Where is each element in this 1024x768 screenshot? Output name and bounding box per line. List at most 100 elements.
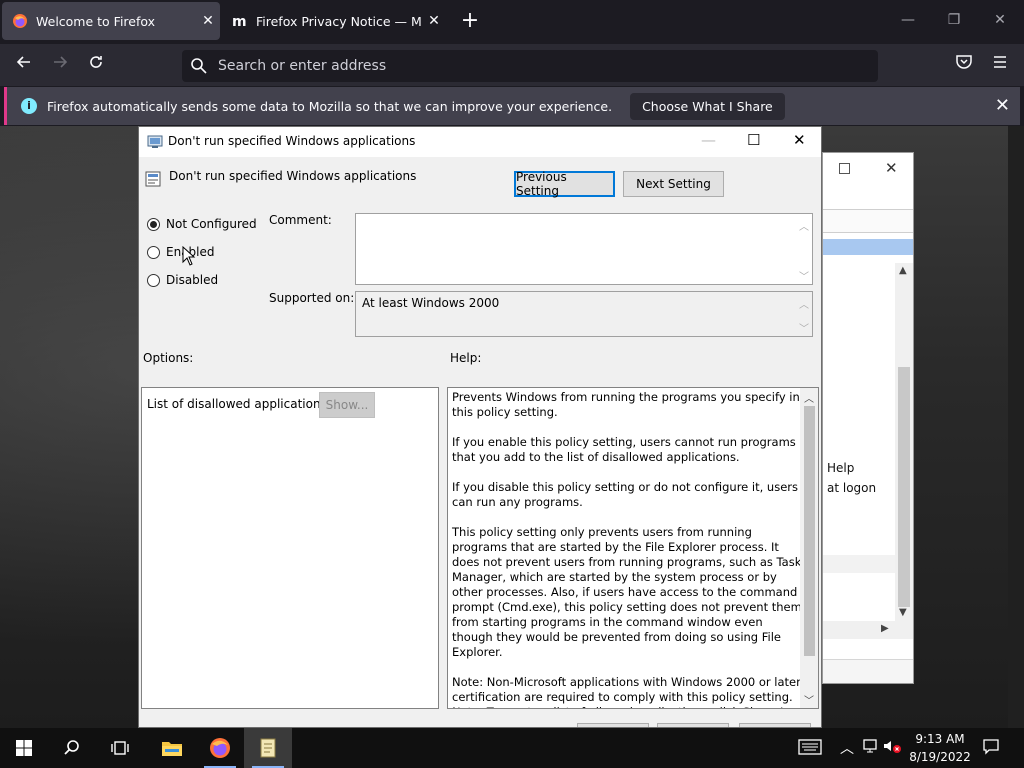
radio-enabled[interactable]: Enabled <box>147 245 215 259</box>
radio-indicator[interactable] <box>147 273 160 287</box>
system-clock[interactable]: 9:13 AM 8/19/2022 <box>904 730 976 766</box>
search-icon <box>191 58 207 74</box>
scroll-down-icon[interactable]: ﹀ <box>804 692 814 707</box>
close-icon[interactable]: ✕ <box>793 131 806 149</box>
tab-welcome-to-firefox[interactable]: Welcome to Firefox ✕ <box>2 2 220 40</box>
forward-arrow-icon <box>54 56 68 68</box>
clock-date: 8/19/2022 <box>909 750 971 764</box>
firefox-taskbar-button[interactable] <box>196 728 244 768</box>
notice-message: Firefox automatically sends some data to… <box>47 98 613 114</box>
list-header <box>823 209 913 233</box>
new-tab-button[interactable]: + <box>458 10 482 34</box>
address-placeholder: Search or enter address <box>218 58 387 74</box>
tab-privacy-notice[interactable]: m Firefox Privacy Notice — Mozilla ✕ <box>222 2 446 40</box>
show-hidden-icons-icon[interactable]: ︿ <box>840 738 854 758</box>
forward-button[interactable] <box>48 53 72 77</box>
show-button[interactable]: Show... <box>319 392 375 418</box>
menu-button[interactable] <box>988 53 1012 77</box>
policy-editor-icon <box>260 738 276 758</box>
close-icon[interactable]: ✕ <box>885 159 898 177</box>
list-scrollbar[interactable]: ▲ ▼ <box>895 263 913 623</box>
restore-icon[interactable]: ❐ <box>944 12 964 28</box>
gpedit-taskbar-button[interactable] <box>244 728 292 768</box>
radio-indicator[interactable] <box>147 217 160 231</box>
scroll-down-icon[interactable]: ﹀ <box>799 268 809 283</box>
speaker-muted-icon <box>884 741 901 753</box>
hamburger-menu-icon <box>994 56 1006 68</box>
tab-close-icon[interactable]: ✕ <box>196 13 220 29</box>
radio-not-configured[interactable]: Not Configured <box>147 217 257 231</box>
task-view-button[interactable] <box>96 728 144 768</box>
mouse-cursor-icon <box>182 246 196 266</box>
data-collection-notice: i Firefox automatically sends some data … <box>4 87 1020 125</box>
pocket-button[interactable] <box>952 53 976 77</box>
reload-button[interactable] <box>84 53 108 77</box>
options-label: Options: <box>143 351 194 365</box>
scroll-up-icon[interactable]: ▲ <box>899 265 907 276</box>
firefox-icon <box>210 738 230 758</box>
minimize-icon[interactable]: — <box>898 12 918 28</box>
help-label: Help: <box>450 351 482 365</box>
list-text: at logon <box>827 481 877 495</box>
radio-disabled[interactable]: Disabled <box>147 273 218 287</box>
scroll-down-icon[interactable]: ﹀ <box>799 320 809 335</box>
scroll-thumb[interactable] <box>898 367 910 607</box>
reload-icon <box>90 56 102 68</box>
radio-indicator[interactable] <box>147 245 160 259</box>
help-text: Prevents Windows from running the progra… <box>452 390 802 708</box>
close-window-icon[interactable]: ✕ <box>990 12 1010 28</box>
browser-tab-bar: Welcome to Firefox ✕ m Firefox Privacy N… <box>0 0 1024 44</box>
selected-row[interactable] <box>823 239 913 255</box>
setting-heading: Don't run specified Windows applications <box>169 169 417 183</box>
radio-label: Disabled <box>166 273 219 287</box>
start-button[interactable] <box>0 728 48 768</box>
list-item[interactable] <box>823 555 895 573</box>
notifications-button[interactable] <box>982 738 1000 760</box>
tab-strip <box>823 659 913 683</box>
scroll-thumb[interactable] <box>804 406 815 656</box>
back-button[interactable] <box>12 53 36 77</box>
search-button[interactable] <box>48 728 96 768</box>
comment-scrollbar[interactable]: ︿ ﹀ <box>796 214 812 284</box>
setting-icon <box>145 171 161 187</box>
supported-on-value: At least Windows 2000 <box>362 296 500 310</box>
folder-icon <box>162 742 182 756</box>
comment-field[interactable]: ︿ ﹀ <box>355 213 813 285</box>
file-explorer-button[interactable] <box>148 728 196 768</box>
scroll-right-icon[interactable]: ▶ <box>881 623 889 634</box>
choose-what-i-share-button[interactable]: Choose What I Share <box>630 92 785 120</box>
scroll-down-icon[interactable]: ▼ <box>899 607 907 618</box>
policy-icon <box>147 135 163 148</box>
supported-on-field: At least Windows 2000 ︿ ﹀ <box>355 291 813 337</box>
close-notice-icon[interactable]: ✕ <box>995 95 1010 116</box>
help-paragraph: Prevents Windows from running the progra… <box>452 390 800 419</box>
horizontal-scrollbar[interactable]: ▶ <box>823 621 913 639</box>
navigation-toolbar: Search or enter address <box>0 44 1024 86</box>
volume-muted-icon[interactable] <box>882 738 902 758</box>
network-icon <box>863 739 877 753</box>
scroll-up-icon[interactable]: ︿ <box>804 390 814 405</box>
tab-close-icon[interactable]: ✕ <box>422 13 446 29</box>
scroll-up-icon[interactable]: ︿ <box>799 218 809 233</box>
maximize-icon[interactable]: ☐ <box>747 131 760 149</box>
maximize-icon[interactable] <box>839 163 850 174</box>
action-center-keyboard-icon[interactable] <box>798 738 822 760</box>
scroll-up-icon[interactable]: ︿ <box>799 296 809 311</box>
supported-scrollbar[interactable]: ︿ ﹀ <box>796 292 812 336</box>
tab-title: Welcome to Firefox <box>36 13 156 29</box>
address-bar[interactable]: Search or enter address <box>182 50 878 82</box>
taskbar: ︿ 9:13 AM 8/19/2022 <box>0 728 1024 768</box>
notification-icon <box>983 739 999 755</box>
windows-icon <box>16 740 32 756</box>
help-scrollbar[interactable]: ︿ ﹀ <box>800 388 818 708</box>
list-text: Help <box>827 461 855 475</box>
comment-label: Comment: <box>269 213 332 227</box>
pocket-icon <box>956 55 972 69</box>
option-item-label: List of disallowed applications <box>147 397 327 411</box>
page-scrollbar[interactable] <box>1008 126 1024 728</box>
previous-setting-button[interactable]: Previous Setting <box>514 170 615 198</box>
network-icon[interactable] <box>862 738 880 758</box>
dialog-title: Don't run specified Windows applications <box>168 134 416 148</box>
next-setting-button[interactable]: Next Setting <box>623 171 724 197</box>
task-view-icon <box>111 741 129 755</box>
